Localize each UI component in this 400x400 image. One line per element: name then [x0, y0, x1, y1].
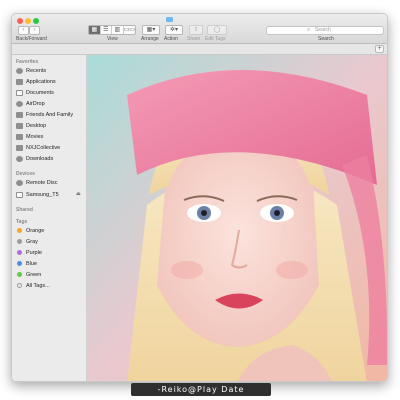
folder-icon	[16, 111, 23, 118]
add-tab-button[interactable]: +	[375, 45, 384, 53]
drive-icon	[16, 191, 23, 198]
favorites-header: Favorites	[16, 59, 39, 65]
sidebar-item-remote-disc[interactable]: Remote Disc	[16, 178, 86, 187]
edit-tags-label: Edit Tags	[205, 36, 226, 42]
film-icon	[16, 133, 23, 140]
airdrop-icon	[16, 100, 23, 107]
right-blush	[276, 261, 308, 279]
sidebar-item-desktop[interactable]: Desktop	[16, 121, 86, 130]
arrange-label: Arrange	[141, 36, 159, 42]
sidebar-tag-purple[interactable]: Purple	[16, 248, 86, 257]
list-view-icon[interactable]: ☰	[101, 26, 113, 34]
sidebar-tag-blue[interactable]: Blue	[16, 259, 86, 268]
left-pupil	[201, 210, 207, 216]
action-label: Action	[164, 36, 178, 42]
sidebar-item-label: Recents	[26, 67, 47, 74]
close-button[interactable]	[17, 18, 23, 24]
icon-view-icon[interactable]: ▦	[89, 26, 101, 34]
back-button[interactable]: ‹	[18, 26, 29, 35]
view-label: View	[107, 36, 118, 42]
sidebar-item-label: Blue	[26, 260, 38, 267]
share-icon: ⇧	[193, 27, 199, 33]
view-mode-control[interactable]: ▦ ☰ ▥ ▭▭	[88, 25, 136, 35]
sidebar-tag-orange[interactable]: Orange	[16, 226, 86, 235]
sidebar-item-recents[interactable]: Recents	[16, 66, 86, 75]
gallery-view-icon[interactable]: ▭▭	[124, 26, 135, 34]
arrange-button[interactable]: ▦▾	[142, 25, 160, 35]
tags-header: Tags	[16, 219, 28, 225]
sidebar-item-documents[interactable]: Documents	[16, 88, 86, 97]
finder-window: ‹ › Back/Forward ▦ ☰ ▥ ▭▭ View ▦▾ Arrang…	[11, 13, 388, 382]
gear-icon: ✲▾	[169, 27, 179, 33]
sidebar-item-label: Remote Disc	[26, 179, 58, 186]
sidebar-item-label: AirDrop	[26, 100, 45, 107]
toolbar: ‹ › Back/Forward ▦ ☰ ▥ ▭▭ View ▦▾ Arrang…	[12, 14, 387, 44]
forward-button[interactable]: ›	[29, 26, 40, 35]
folder-icon	[166, 17, 173, 22]
tag-dot-icon	[17, 250, 22, 255]
eject-icon[interactable]: ⏏	[76, 191, 81, 197]
sidebar-tag-gray[interactable]: Gray	[16, 237, 86, 246]
desktop-icon	[16, 122, 23, 129]
tag-dot-icon	[17, 283, 22, 288]
search-label: Search	[318, 36, 334, 42]
sidebar-item-label: All Tags...	[26, 282, 50, 289]
sidebar-item-label: Movies	[26, 133, 44, 140]
preview-image-area[interactable]	[87, 55, 387, 381]
download-icon	[16, 155, 23, 162]
right-pupil	[274, 210, 280, 216]
devices-header: Devices	[16, 171, 35, 177]
clock-icon	[16, 67, 23, 74]
arrange-icon: ▦▾	[146, 27, 156, 33]
sidebar-tag-green[interactable]: Green	[16, 270, 86, 279]
search-input[interactable]: ⌕ Search	[266, 26, 384, 35]
applications-icon	[16, 78, 23, 85]
face-shape	[157, 140, 319, 347]
sidebar-item-label: Orange	[26, 227, 45, 234]
sidebar-item-label: Green	[26, 271, 42, 278]
tag-dot-icon	[17, 261, 22, 266]
tag-dot-icon	[17, 228, 22, 233]
sidebar: Favorites Recents Applications Documents…	[12, 55, 87, 381]
document-icon	[16, 89, 23, 96]
share-button[interactable]: ⇧	[189, 25, 203, 35]
shared-header: Shared	[16, 207, 33, 213]
action-button[interactable]: ✲▾	[165, 25, 183, 35]
maximize-button[interactable]	[33, 18, 39, 24]
back-forward-label: Back/Forward	[16, 36, 47, 42]
sidebar-item-label: NXJCollective	[26, 144, 61, 151]
sidebar-item-friends-and-family[interactable]: Friends And Family	[16, 110, 86, 119]
sidebar-item-label: Gray	[26, 238, 38, 245]
sidebar-item-label: Documents	[26, 89, 54, 96]
edit-tags-button[interactable]: ◯	[207, 25, 227, 35]
folder-icon	[16, 144, 23, 151]
sidebar-item-label: Samsung_T5	[26, 191, 59, 198]
sidebar-item-label: Downloads	[26, 155, 54, 162]
sidebar-item-downloads[interactable]: Downloads	[16, 154, 86, 163]
portrait-image	[87, 55, 387, 381]
tag-icon: ◯	[213, 27, 221, 33]
disc-icon	[16, 179, 23, 186]
column-view-icon[interactable]: ▥	[112, 26, 124, 34]
tag-dot-icon	[17, 239, 22, 244]
left-blush	[171, 261, 203, 279]
sidebar-item-label: Desktop	[26, 122, 47, 129]
sidebar-item-nxjcollective[interactable]: NXJCollective	[16, 143, 86, 152]
minimize-button[interactable]	[25, 18, 31, 24]
sidebar-item-movies[interactable]: Movies	[16, 132, 86, 141]
sidebar-item-applications[interactable]: Applications	[16, 77, 86, 86]
search-icon: ⌕	[307, 27, 311, 33]
sidebar-item-label: Purple	[26, 249, 42, 256]
sidebar-tag-all-tags[interactable]: All Tags...	[16, 281, 86, 290]
watermark-text: -Reiko@Play Date	[131, 383, 271, 396]
search-placeholder: Search	[315, 27, 331, 33]
sidebar-item-label: Friends And Family	[26, 111, 74, 118]
sidebar-item-airdrop[interactable]: AirDrop	[16, 99, 86, 108]
sidebar-item-label: Applications	[26, 78, 56, 85]
tag-dot-icon	[17, 272, 22, 277]
share-label: Share	[187, 36, 201, 42]
path-bar: +	[12, 44, 387, 55]
